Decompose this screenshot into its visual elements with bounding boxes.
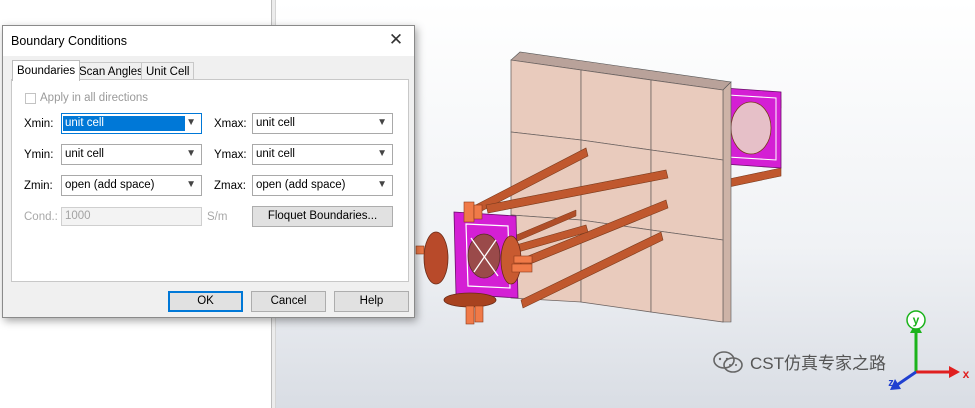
zmax-label: Zmax: (214, 180, 246, 192)
tab-unit-cell[interactable]: Unit Cell (141, 62, 195, 80)
cancel-button[interactable]: Cancel (251, 291, 326, 312)
zmin-select[interactable]: open (add space) ▼ (61, 175, 202, 196)
close-icon[interactable]: ✕ (388, 31, 404, 49)
dialog-title: Boundary Conditions (11, 34, 128, 48)
ymax-select[interactable]: unit cell ▼ (252, 144, 393, 165)
xmax-value: unit cell (256, 117, 295, 129)
axis-x-label: x (963, 367, 970, 381)
xmin-value: unit cell (63, 116, 185, 131)
chevron-down-icon: ▼ (186, 179, 196, 190)
chevron-down-icon: ▼ (377, 148, 387, 159)
ymin-label: Ymin: (24, 149, 54, 161)
axis-y-label: y (913, 313, 920, 327)
chevron-down-icon: ▼ (377, 117, 387, 128)
wechat-icon (713, 350, 743, 373)
watermark: CST仿真专家之路 (712, 349, 886, 374)
apply-all-checkbox[interactable] (25, 92, 36, 104)
watermark-text: CST仿真专家之路 (750, 354, 886, 373)
boundary-conditions-dialog: Boundary Conditions ✕ Boundaries Scan An… (2, 25, 415, 318)
xmax-label: Xmax: (214, 118, 247, 130)
xmax-select[interactable]: unit cell ▼ (252, 113, 393, 134)
zmin-label: Zmin: (24, 180, 53, 192)
zmax-value: open (add space) (256, 179, 346, 191)
ymax-label: Ymax: (214, 149, 247, 161)
tab-boundaries[interactable]: Boundaries (12, 60, 81, 81)
floquet-boundaries-button[interactable]: Floquet Boundaries... (252, 206, 393, 227)
chevron-down-icon: ▼ (186, 117, 196, 128)
axis-triad: y x z (888, 310, 970, 390)
ymax-value: unit cell (256, 148, 295, 160)
chevron-down-icon: ▼ (377, 179, 387, 190)
cond-unit: S/m (207, 211, 228, 223)
apply-all-label: Apply in all directions (40, 92, 149, 104)
cond-input[interactable]: 1000 (61, 207, 202, 226)
zmax-select[interactable]: open (add space) ▼ (252, 175, 393, 196)
ymin-value: unit cell (65, 148, 104, 160)
ymin-select[interactable]: unit cell ▼ (61, 144, 202, 165)
chevron-down-icon: ▼ (186, 148, 196, 159)
zmin-value: open (add space) (65, 179, 155, 191)
apply-all-directions: Apply in all directions (25, 92, 148, 104)
xmin-select[interactable]: unit cell ▼ (61, 113, 202, 134)
cond-label: Cond.: (24, 211, 58, 223)
ok-button[interactable]: OK (168, 291, 243, 312)
dialog-titlebar[interactable]: Boundary Conditions ✕ (3, 26, 414, 56)
tab-scan-angles[interactable]: Scan Angles (74, 62, 148, 80)
help-button[interactable]: Help (334, 291, 409, 312)
axis-z-label: z (888, 377, 894, 389)
xmin-label: Xmin: (24, 118, 54, 130)
